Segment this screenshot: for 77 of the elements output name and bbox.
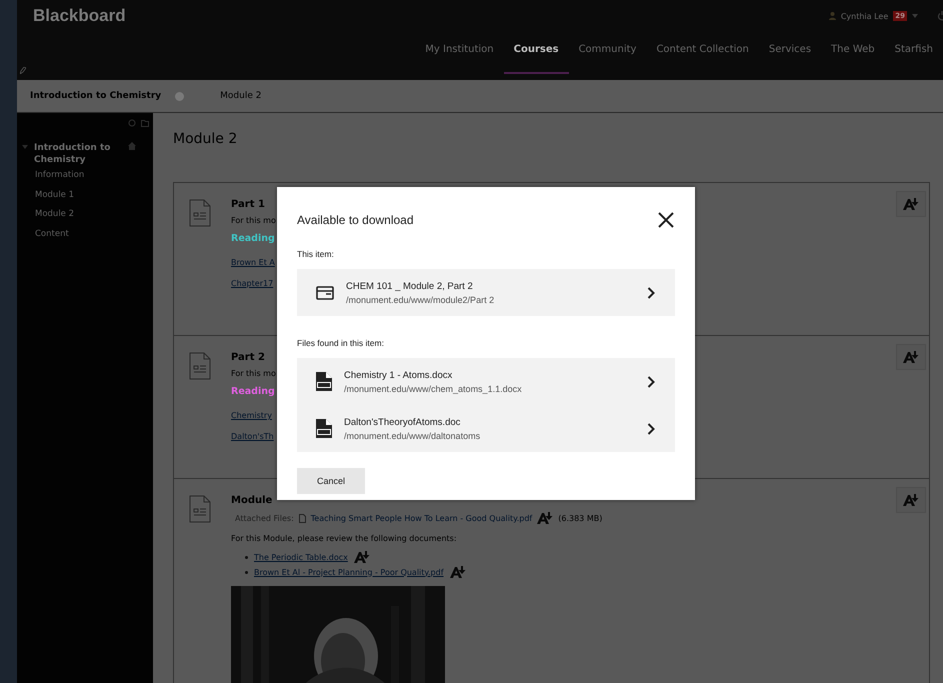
item-title: Part 2 [231, 352, 265, 363]
file-row[interactable]: Dalton'sTheoryofAtoms.doc /monument.edu/www/daltonatoms [297, 405, 675, 452]
sidebar-link[interactable]: Information [17, 166, 153, 186]
refresh-icon[interactable] [128, 119, 136, 127]
download-icon [903, 198, 919, 210]
cancel-button[interactable]: Cancel [297, 468, 365, 494]
home-icon[interactable] [128, 142, 136, 150]
reading-heading: Reading [231, 386, 275, 397]
breadcrumb-link[interactable]: Introduction to Chemistry [30, 91, 162, 101]
course-title[interactable]: Introduction to Chemistry [34, 142, 122, 166]
document-link[interactable]: Brown Et A [231, 258, 275, 267]
bullet-icon [245, 570, 248, 574]
sidebar-link[interactable]: Module 2 [17, 205, 153, 224]
section-label: Files found in this item: [297, 338, 385, 348]
blackboard-logo[interactable]: Blackboard [33, 6, 126, 26]
attachment-link[interactable]: Teaching Smart People How To Learn - Good Quality.pdf [310, 514, 532, 522]
download-button[interactable] [896, 191, 926, 217]
item-title: Module [231, 495, 272, 506]
download-icon [450, 566, 466, 578]
document-link[interactable]: Chemistry [231, 411, 272, 420]
file-path: /monument.edu/www/chem_atoms_1.1.docx [344, 384, 523, 394]
chevron-right-icon [647, 376, 655, 388]
sidebar-link[interactable]: Module 1 [17, 186, 153, 205]
nav-tab[interactable]: The Web [821, 40, 885, 74]
user-name[interactable]: Cynthia Lee [840, 12, 888, 20]
doc-file-icon [316, 419, 332, 438]
document-link[interactable]: Chapter17 [231, 279, 274, 288]
doc-file-icon [316, 372, 332, 391]
file-name: Dalton'sTheoryofAtoms.doc [344, 416, 462, 428]
nav-tab[interactable]: Content Collection [646, 40, 759, 74]
document-icon [189, 199, 211, 227]
folder-icon[interactable] [141, 119, 149, 127]
document-link[interactable]: Dalton'sTh [231, 432, 274, 441]
user-icon [828, 12, 836, 20]
browser-window-icon [316, 286, 334, 300]
download-icon [354, 551, 370, 563]
section-label: This item: [297, 249, 335, 259]
document-icon [189, 495, 211, 523]
file-path: /monument.edu/www/daltonatoms [344, 430, 482, 440]
nav-tab[interactable]: Courses [504, 40, 569, 74]
download-button[interactable] [896, 487, 926, 513]
reading-heading: Reading [231, 233, 275, 244]
file-name: Chemistry 1 - Atoms.docx [344, 370, 454, 380]
item-name: CHEM 101 _ Module 2, Part 2 [346, 280, 474, 292]
item-description: For this mo [231, 369, 276, 378]
item-row[interactable]: CHEM 101 _ Module 2, Part 2 /monument.edu/www/module2/Part 2 [297, 269, 675, 316]
attached-files-label: Attached Files: [235, 514, 294, 522]
download-button[interactable] [896, 344, 926, 370]
breadcrumb-menu-icon[interactable] [175, 92, 184, 100]
close-button[interactable] [657, 211, 675, 229]
breadcrumb-link[interactable]: Module 2 [220, 91, 262, 101]
nav-tab[interactable]: Community [568, 40, 646, 74]
collapse-caret-icon[interactable] [22, 144, 28, 150]
sidebar-link[interactable]: Content [17, 224, 153, 244]
file-size: (6.383 MB) [558, 514, 602, 522]
bullet-icon [245, 556, 248, 558]
caret-down-icon[interactable] [912, 14, 918, 18]
download-icon [537, 512, 554, 524]
file-icon [298, 514, 306, 522]
module-description: For this Module, please review the following documents: [231, 534, 457, 543]
download-icon [903, 494, 919, 506]
item-description: For this mo [231, 216, 276, 225]
nav-tab[interactable]: Starfish [884, 40, 943, 74]
chevron-right-icon [647, 422, 655, 434]
nav-tab[interactable]: My Institution [415, 40, 504, 74]
document-link[interactable]: Brown Et Al - Project Planning - Poor Quality.pdf [254, 568, 444, 576]
nav-tab[interactable]: Services [758, 40, 822, 74]
item-path: /monument.edu/www/module2/Part 2 [346, 294, 496, 304]
dialog-title: Available to download [297, 213, 414, 227]
file-row[interactable]: Chemistry 1 - Atoms.docx /monument.edu/www/chem_atoms_1.1.docx [297, 358, 675, 405]
document-link[interactable]: The Periodic Table.docx [254, 552, 348, 562]
pencil-icon[interactable] [20, 67, 26, 74]
item-title: Part 1 [231, 199, 265, 210]
page-title: Module 2 [173, 131, 238, 147]
chevron-right-icon [647, 286, 655, 298]
download-icon [903, 351, 919, 363]
document-icon [189, 352, 211, 380]
